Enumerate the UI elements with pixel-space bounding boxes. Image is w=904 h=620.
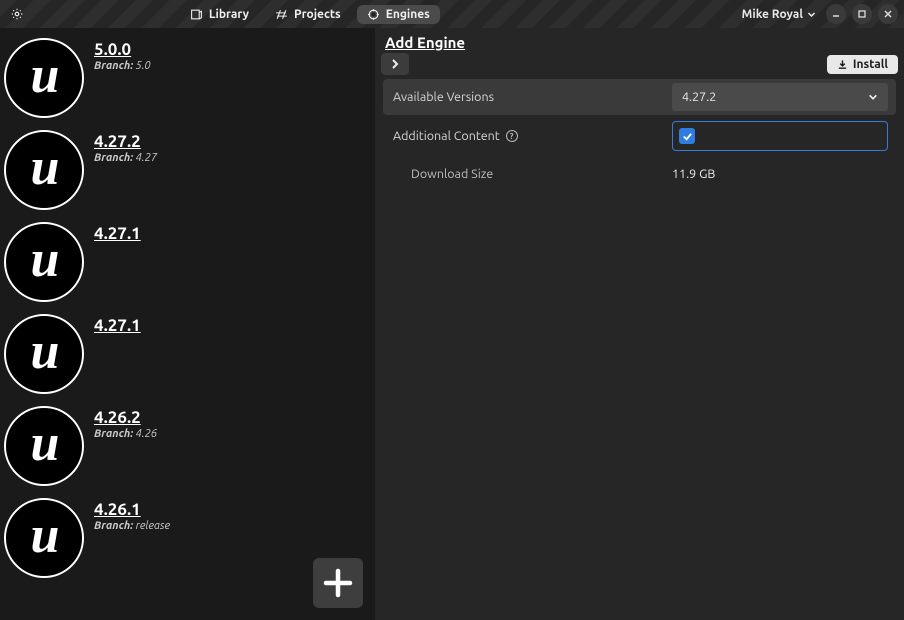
- check-icon: [682, 131, 693, 142]
- unreal-u-glyph: u: [31, 234, 58, 286]
- engine-version: 4.27.1: [94, 224, 141, 243]
- engine-branch: Branch: release: [94, 520, 170, 532]
- unreal-u-glyph: u: [31, 418, 58, 470]
- engine-item[interactable]: u 4.27.1: [4, 310, 371, 402]
- unreal-u-glyph: u: [31, 50, 58, 102]
- unreal-engine-logo-icon: u: [4, 498, 84, 578]
- add-engine-button[interactable]: [313, 558, 363, 608]
- engine-info: 4.27.1: [94, 314, 141, 335]
- chevron-right-icon: [389, 58, 401, 70]
- library-icon: [190, 8, 203, 21]
- engine-item[interactable]: u 5.0.0 Branch: 5.0: [4, 34, 371, 126]
- unreal-u-glyph: u: [31, 142, 58, 194]
- plus-icon: [320, 565, 356, 601]
- engine-item[interactable]: u 4.26.2 Branch: 4.26: [4, 402, 371, 494]
- chevron-down-icon: [807, 10, 816, 19]
- available-versions-label: Available Versions: [383, 82, 668, 112]
- app-menu-icon[interactable]: [6, 7, 28, 21]
- unreal-engine-logo-icon: u: [4, 130, 84, 210]
- projects-icon: [275, 8, 288, 21]
- dropdown-selected: 4.27.2: [682, 90, 716, 104]
- tab-label: Projects: [294, 8, 341, 21]
- additional-content-field: [672, 121, 888, 151]
- engine-branch: Branch: 5.0: [94, 60, 151, 72]
- install-button[interactable]: Install: [827, 55, 898, 74]
- additional-content-checkbox[interactable]: [679, 128, 695, 144]
- info-icon[interactable]: ?: [506, 130, 518, 142]
- chevron-down-icon: [868, 92, 878, 102]
- unreal-engine-logo-icon: u: [4, 38, 84, 118]
- engine-version: 4.26.2: [94, 408, 157, 427]
- download-size-value: 11.9 GB: [668, 163, 896, 185]
- engine-version: 4.26.1: [94, 500, 170, 519]
- engine-item[interactable]: u 4.27.2 Branch: 4.27: [4, 126, 371, 218]
- main-panel: Add Engine Install Available Versions 4.…: [375, 28, 904, 620]
- available-versions-dropdown[interactable]: 4.27.2: [672, 83, 888, 111]
- nav-tabs: Library Projects Engines: [180, 5, 440, 24]
- engine-branch: Branch: 4.27: [94, 152, 157, 164]
- panel-title: Add Engine: [375, 28, 904, 53]
- additional-content-label-text: Additional Content: [393, 129, 500, 143]
- engine-item[interactable]: u 4.27.1: [4, 218, 371, 310]
- engine-version: 4.27.2: [94, 132, 157, 151]
- unreal-u-glyph: u: [31, 326, 58, 378]
- user-menu[interactable]: Mike Royal: [738, 8, 820, 21]
- engine-info: 4.26.2 Branch: 4.26: [94, 406, 157, 440]
- engine-info: 4.27.1: [94, 222, 141, 243]
- engine-info: 4.26.1 Branch: release: [94, 498, 170, 532]
- unreal-engine-logo-icon: u: [4, 314, 84, 394]
- unreal-engine-logo-icon: u: [4, 406, 84, 486]
- tab-label: Engines: [386, 8, 430, 21]
- row-download-size: Download Size 11.9 GB: [383, 157, 896, 191]
- engine-info: 5.0.0 Branch: 5.0: [94, 38, 151, 72]
- window-maximize-button[interactable]: [852, 4, 872, 24]
- tab-library[interactable]: Library: [180, 5, 259, 24]
- user-name: Mike Royal: [742, 8, 803, 21]
- tab-engines[interactable]: Engines: [357, 5, 440, 24]
- window-minimize-button[interactable]: [826, 4, 846, 24]
- engine-info: 4.27.2 Branch: 4.27: [94, 130, 157, 164]
- engine-version: 5.0.0: [94, 40, 151, 59]
- install-label: Install: [853, 58, 888, 71]
- additional-content-label: Additional Content ?: [383, 121, 668, 151]
- download-size-label: Download Size: [383, 159, 668, 189]
- row-available-versions: Available Versions 4.27.2: [383, 79, 896, 115]
- engine-version: 4.27.1: [94, 316, 141, 335]
- row-additional-content: Additional Content ?: [383, 117, 896, 155]
- engine-branch: Branch: 4.26: [94, 428, 157, 440]
- tab-projects[interactable]: Projects: [265, 5, 351, 24]
- engine-sidebar: u 5.0.0 Branch: 5.0 u 4.27.2 Branch: 4.2…: [0, 28, 375, 620]
- back-button[interactable]: [381, 53, 409, 75]
- engines-icon: [367, 8, 380, 21]
- unreal-engine-logo-icon: u: [4, 222, 84, 302]
- unreal-u-glyph: u: [31, 510, 58, 562]
- download-icon: [837, 59, 848, 70]
- tab-label: Library: [209, 8, 249, 21]
- window-close-button[interactable]: [878, 4, 898, 24]
- titlebar: Library Projects Engines Mike Royal: [0, 0, 904, 28]
